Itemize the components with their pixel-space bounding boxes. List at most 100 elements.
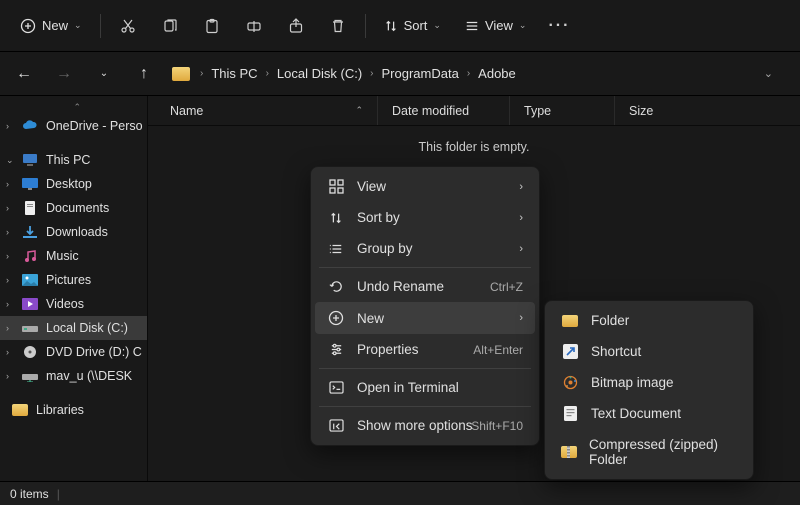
terminal-icon xyxy=(327,381,345,394)
chevron-right-icon[interactable]: › xyxy=(6,227,9,237)
chevron-right-icon: › xyxy=(368,68,375,79)
view-button[interactable]: View ⌄ xyxy=(455,12,537,39)
share-button[interactable] xyxy=(277,8,315,44)
desktop-icon xyxy=(22,177,38,191)
sub-folder[interactable]: Folder xyxy=(549,305,749,336)
sub-label: Compressed (zipped) Folder xyxy=(589,437,737,467)
sidebar-label: Libraries xyxy=(36,403,84,417)
sidebar-label: Music xyxy=(46,249,79,263)
crumb-this-pc[interactable]: This PC xyxy=(207,62,261,85)
cut-button[interactable] xyxy=(109,8,147,44)
ctx-view[interactable]: View› xyxy=(315,171,535,202)
column-name[interactable]: Name⌃ xyxy=(148,96,378,125)
ctx-group[interactable]: Group by› xyxy=(315,233,535,264)
ctx-new[interactable]: New › xyxy=(315,302,535,334)
ctx-label: New xyxy=(357,311,384,326)
list-icon xyxy=(327,242,345,256)
back-button[interactable]: ← xyxy=(8,58,40,90)
ctx-properties[interactable]: PropertiesAlt+Enter xyxy=(315,334,535,365)
chevron-down-icon[interactable]: ⌄ xyxy=(764,67,788,80)
copy-button[interactable] xyxy=(151,8,189,44)
chevron-right-icon[interactable]: › xyxy=(6,347,9,357)
column-label: Size xyxy=(629,104,653,118)
zip-icon xyxy=(561,446,577,458)
sidebar-item-videos[interactable]: ›Videos xyxy=(0,292,147,316)
network-drive-icon xyxy=(22,369,38,383)
sub-text[interactable]: Text Document xyxy=(549,398,749,429)
column-type[interactable]: Type xyxy=(510,96,615,125)
chevron-right-icon: › xyxy=(519,312,523,324)
shortcut: Alt+Enter xyxy=(473,343,523,357)
crumb-programdata[interactable]: ProgramData xyxy=(378,62,463,85)
shortcut-icon xyxy=(561,344,579,359)
rename-button[interactable] xyxy=(235,8,273,44)
sub-shortcut[interactable]: Shortcut xyxy=(549,336,749,367)
sidebar-item-network[interactable]: › mav_u (\\DESK xyxy=(0,364,147,388)
column-size[interactable]: Size xyxy=(615,96,800,125)
context-submenu-new: Folder Shortcut Bitmap image Text Docume… xyxy=(544,300,754,480)
sub-zip[interactable]: Compressed (zipped) Folder xyxy=(549,429,749,475)
ctx-label: Undo Rename xyxy=(357,279,444,294)
paste-button[interactable] xyxy=(193,8,231,44)
sub-label: Shortcut xyxy=(591,344,641,359)
chevron-right-icon[interactable]: › xyxy=(6,251,9,261)
sidebar-item-documents[interactable]: ›Documents xyxy=(0,196,147,220)
sidebar-item-libraries[interactable]: Libraries xyxy=(0,398,147,422)
sidebar-item-onedrive[interactable]: ›OneDrive - Perso xyxy=(0,114,147,138)
chevron-right-icon: › xyxy=(198,68,205,79)
documents-icon xyxy=(22,201,38,215)
chevron-right-icon[interactable]: › xyxy=(6,323,9,333)
sidebar-item-pictures[interactable]: ›Pictures xyxy=(0,268,147,292)
chevron-right-icon[interactable]: › xyxy=(6,179,9,189)
sidebar-label: mav_u (\\DESK xyxy=(46,369,132,383)
shortcut: Shift+F10 xyxy=(471,419,523,433)
view-label: View xyxy=(485,18,513,33)
ctx-more[interactable]: Show more optionsShift+F10 xyxy=(315,410,535,441)
scroll-up-icon[interactable]: ⌃ xyxy=(74,102,82,113)
sub-label: Bitmap image xyxy=(591,375,674,390)
sort-button[interactable]: Sort ⌄ xyxy=(374,12,451,39)
crumb-adobe[interactable]: Adobe xyxy=(474,62,520,85)
separator xyxy=(365,14,366,38)
delete-button[interactable] xyxy=(319,8,357,44)
shortcut: Ctrl+Z xyxy=(490,280,523,294)
sub-bitmap[interactable]: Bitmap image xyxy=(549,367,749,398)
chevron-down-icon[interactable]: ⌄ xyxy=(6,155,14,166)
ctx-label: Show more options xyxy=(357,418,473,433)
chevron-right-icon: › xyxy=(465,68,472,79)
new-button[interactable]: New ⌄ xyxy=(10,12,92,40)
chevron-right-icon[interactable]: › xyxy=(6,121,9,131)
sidebar-item-local-disk[interactable]: › Local Disk (C:) xyxy=(0,316,147,340)
chevron-right-icon[interactable]: › xyxy=(6,203,9,213)
sidebar-label: Local Disk (C:) xyxy=(46,321,128,335)
sidebar-item-dvd[interactable]: ›DVD Drive (D:) C xyxy=(0,340,147,364)
crumb-local-disk[interactable]: Local Disk (C:) xyxy=(273,62,366,85)
sidebar-item-this-pc[interactable]: ⌄This PC xyxy=(0,148,147,172)
cloud-icon xyxy=(22,119,38,133)
forward-button[interactable]: → xyxy=(48,58,80,90)
separator xyxy=(100,14,101,38)
status-bar: 0 items | xyxy=(0,481,800,505)
ctx-terminal[interactable]: Open in Terminal xyxy=(315,372,535,403)
sub-label: Text Document xyxy=(591,406,681,421)
ctx-undo[interactable]: Undo Rename Ctrl+Z xyxy=(315,271,535,302)
column-date[interactable]: Date modified xyxy=(378,96,510,125)
more-button[interactable]: ··· xyxy=(540,8,578,44)
chevron-right-icon[interactable]: › xyxy=(6,275,9,285)
column-label: Date modified xyxy=(392,104,469,118)
sidebar-item-desktop[interactable]: › Desktop xyxy=(0,172,147,196)
chevron-right-icon[interactable]: › xyxy=(6,371,9,381)
breadcrumb[interactable]: › This PC › Local Disk (C:) › ProgramDat… xyxy=(168,62,792,85)
sidebar-item-music[interactable]: › Music xyxy=(0,244,147,268)
empty-message: This folder is empty. xyxy=(148,126,800,154)
folder-icon xyxy=(561,315,579,327)
sidebar-label: Desktop xyxy=(46,177,92,191)
sidebar-item-downloads[interactable]: ›Downloads xyxy=(0,220,147,244)
up-button[interactable]: ↑ xyxy=(128,58,160,90)
chevron-right-icon[interactable]: › xyxy=(6,299,9,309)
ctx-label: Open in Terminal xyxy=(357,380,459,395)
pictures-icon xyxy=(22,273,38,287)
ctx-label: Sort by xyxy=(357,210,400,225)
recent-chevron[interactable]: ⌄ xyxy=(88,58,120,90)
ctx-sort[interactable]: Sort by› xyxy=(315,202,535,233)
